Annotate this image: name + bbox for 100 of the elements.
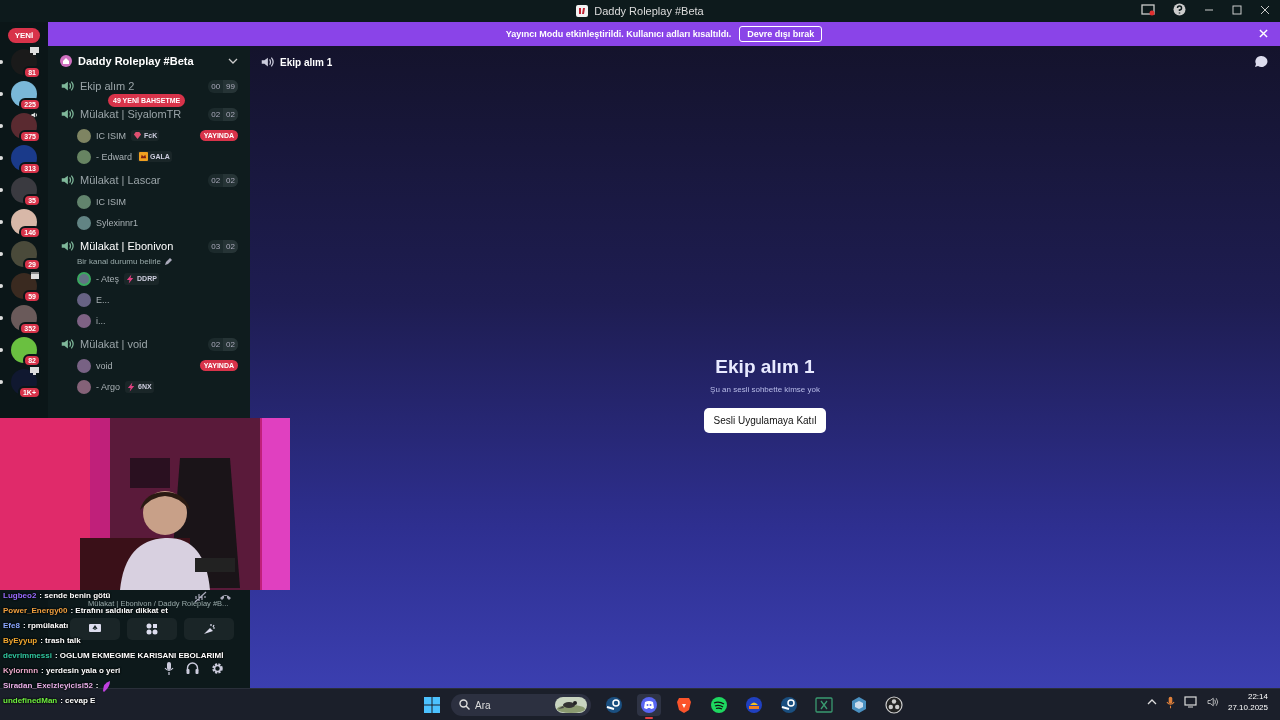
screen-icon[interactable]: [1141, 3, 1155, 16]
channel-name[interactable]: Mülakat | Ebonivon: [80, 240, 203, 252]
user-name[interactable]: i...: [96, 315, 106, 326]
obs-icon[interactable]: [885, 696, 903, 714]
unread-dot: [0, 124, 3, 128]
spotify-icon[interactable]: [710, 696, 728, 714]
channel-name[interactable]: Ekip alım 2: [80, 80, 203, 92]
chat-message: : rpmülakatı: [22, 622, 69, 630]
join-voice-button[interactable]: Sesli Uygulamaya Katıl: [703, 408, 827, 433]
microphone-icon[interactable]: [164, 662, 174, 675]
waveform-off-icon[interactable]: [194, 591, 207, 603]
server-icon[interactable]: [11, 241, 37, 267]
clock-time[interactable]: 22:14: [1247, 692, 1268, 701]
close-icon[interactable]: [1260, 4, 1270, 15]
chat-message: :: [95, 682, 99, 690]
server-icon[interactable]: [11, 177, 37, 203]
user-name[interactable]: IC ISIM: [96, 196, 126, 207]
volume-icon[interactable]: [1205, 696, 1219, 708]
party-horn-icon: [202, 623, 216, 635]
speaker-icon: [60, 173, 74, 187]
clock-date[interactable]: 27.10.2025: [1227, 703, 1268, 712]
screen-share-icon: [88, 623, 102, 635]
user-name[interactable]: - Ateş: [96, 273, 119, 284]
maximize-icon[interactable]: [1232, 4, 1242, 15]
server-icon[interactable]: [11, 337, 37, 363]
microphone-icon[interactable]: [1165, 695, 1175, 709]
unread-dot: [0, 60, 3, 64]
chat-username: devrimmessi: [3, 652, 52, 660]
speaker-icon: [60, 239, 74, 253]
speaker-icon: [60, 337, 74, 351]
bolt-icon: [127, 381, 136, 392]
unread-dot: [0, 252, 3, 256]
monitor-icon: [30, 367, 39, 375]
calendar-icon: [31, 271, 39, 279]
new-pill[interactable]: YENİ: [7, 28, 41, 43]
game-icon[interactable]: [745, 696, 763, 714]
chat-username: ByEyyup: [3, 637, 38, 645]
user-name[interactable]: Sylexinnr1: [96, 217, 139, 228]
chat-username: Power_Energy00: [3, 607, 68, 615]
banner-text: Yayıncı Modu etkinleştirildi. Kullanıcı adları kısaltıldı.: [505, 29, 732, 39]
screen-share-button[interactable]: [70, 618, 120, 640]
headphones-icon[interactable]: [186, 662, 199, 674]
unread-dot: [0, 220, 3, 224]
channel-name[interactable]: Mülakat | void: [80, 338, 203, 350]
steam-icon[interactable]: [780, 696, 798, 714]
discord-icon[interactable]: [640, 696, 658, 714]
chat-username: Siradan_Exelzleyicisi52: [3, 682, 93, 690]
user-count: 00 99: [208, 79, 238, 93]
pencil-icon[interactable]: [164, 257, 173, 266]
user-name[interactable]: void: [96, 360, 113, 371]
channel-name[interactable]: Mülakat | Lascar: [80, 174, 203, 186]
chat-username: Lugbeo2: [3, 592, 37, 600]
settings-icon[interactable]: [211, 662, 224, 675]
unread-dot: [0, 348, 3, 352]
steam-icon[interactable]: [605, 696, 623, 714]
gem-icon: [133, 131, 142, 140]
user-count: 02 02: [208, 107, 238, 121]
speaker-icon: [60, 107, 74, 121]
bolt-icon: [126, 273, 135, 284]
user-count: 02 02: [208, 173, 238, 187]
crown-icon: [139, 152, 148, 161]
chat-message: : trash talk: [40, 637, 81, 645]
chat-message: : OGLUM EKMEGIME KARISANI EBOLARIMİ: [54, 652, 224, 660]
user-name[interactable]: - Edward: [96, 151, 132, 162]
home-icon: [60, 55, 72, 67]
cube-icon[interactable]: [850, 696, 868, 714]
chat-message: : Etrafını saldılar dikkat et: [70, 607, 168, 615]
windows-start-icon[interactable]: [424, 697, 440, 713]
spreadsheet-icon[interactable]: [815, 697, 833, 713]
unread-dot: [0, 92, 3, 96]
monitor-icon[interactable]: [1183, 696, 1197, 708]
user-count: 03 02: [208, 239, 238, 253]
unread-dot: [0, 284, 3, 288]
chevron-down-icon[interactable]: [228, 58, 238, 64]
lion-icon[interactable]: [675, 696, 693, 714]
channel-name[interactable]: Mülakat | SiyalomTR: [80, 108, 203, 120]
server-name[interactable]: Daddy Roleplay #Beta: [78, 55, 194, 67]
user-name[interactable]: E...: [96, 294, 110, 305]
shapes-icon: [146, 623, 158, 635]
chat-message: : yerdesin yala o yeri: [41, 667, 121, 675]
disable-button[interactable]: Devre dışı bırak: [739, 26, 823, 42]
search-icon[interactable]: [459, 699, 470, 710]
help-icon[interactable]: [1173, 3, 1186, 16]
channel-status[interactable]: Bir kanal durumu belirle: [77, 257, 162, 266]
unread-dot: [0, 316, 3, 320]
soundboard-button[interactable]: [184, 618, 234, 640]
user-name[interactable]: IC ISIM: [96, 130, 126, 141]
chat-username: Efe8: [3, 622, 20, 630]
empty-channel-title: Ekip alım 1: [715, 356, 815, 378]
unread-dot: [0, 380, 3, 384]
user-count: 02 02: [208, 337, 238, 351]
speaker-icon: [30, 111, 39, 119]
activities-button[interactable]: [127, 618, 177, 640]
chevron-up-icon[interactable]: [1146, 699, 1157, 705]
unread-dot: [0, 156, 3, 160]
user-name[interactable]: - Argo: [96, 381, 120, 392]
chat-bubble-icon[interactable]: [1254, 55, 1268, 68]
chat-username: undefinedMan: [3, 697, 58, 705]
app-logo-icon: [576, 5, 589, 17]
speaker-icon: [60, 79, 74, 93]
